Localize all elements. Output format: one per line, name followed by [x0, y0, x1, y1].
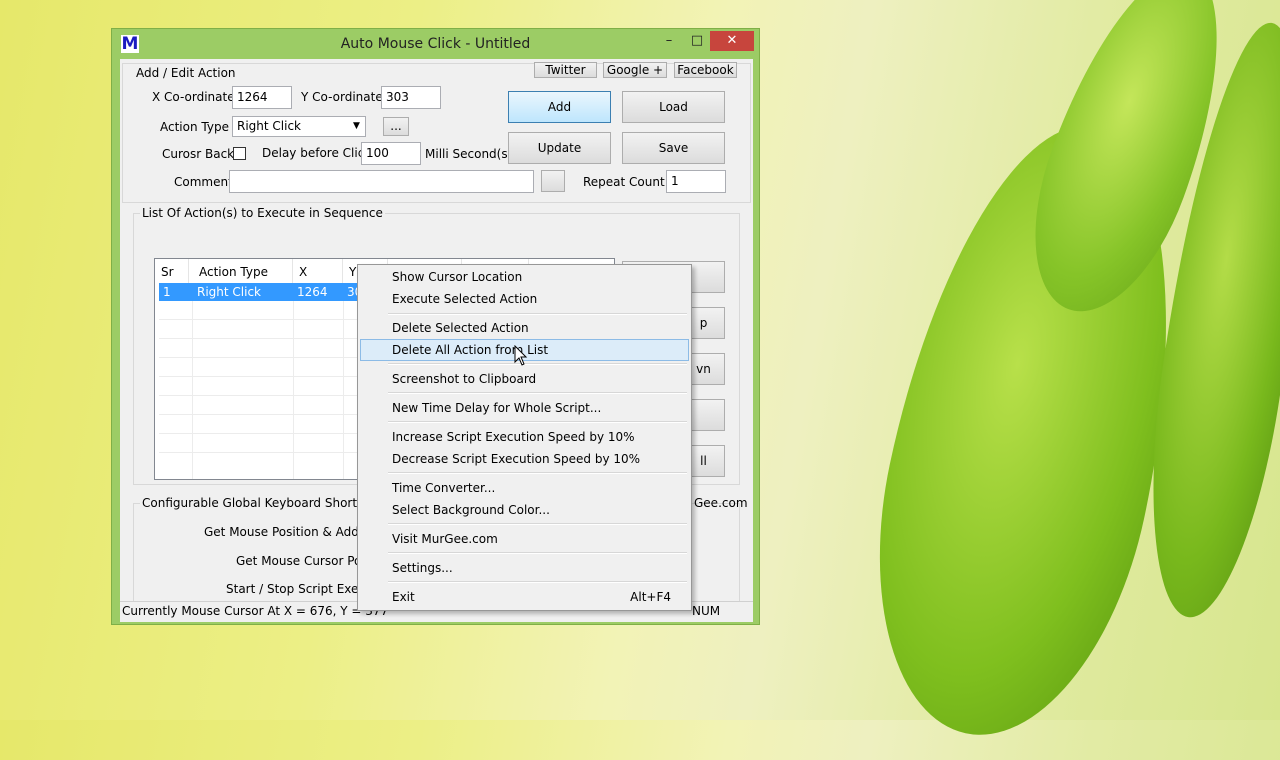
menu-separator	[388, 313, 687, 315]
comment-input[interactable]	[229, 170, 534, 193]
menu-separator	[388, 472, 687, 474]
menu-item-time-converter[interactable]: Time Converter...	[360, 477, 689, 499]
menu-item-screenshot-clipboard[interactable]: Screenshot to Clipboard	[360, 368, 689, 390]
menu-separator	[388, 552, 687, 554]
cursor-back-label: Curosr Back :	[162, 147, 242, 161]
cell-x: 1264	[297, 285, 328, 299]
column-header-sr[interactable]: Sr	[155, 259, 189, 285]
murgee-link[interactable]: Gee.com	[694, 496, 748, 510]
delay-input[interactable]: 100	[361, 142, 421, 165]
action-type-value: Right Click	[237, 119, 302, 133]
menu-item-settings[interactable]: Settings...	[360, 557, 689, 579]
add-button[interactable]: Add	[508, 91, 611, 123]
menu-item-exit[interactable]: Exit Alt+F4	[360, 586, 689, 608]
maximize-button[interactable]: □	[685, 31, 709, 51]
chevron-down-icon: ▼	[353, 121, 360, 131]
google-plus-button[interactable]: Google +	[603, 62, 667, 78]
menu-item-visit-murgee[interactable]: Visit MurGee.com	[360, 528, 689, 550]
save-button[interactable]: Save	[622, 132, 725, 164]
menu-separator	[388, 392, 687, 394]
column-header-x[interactable]: X	[293, 259, 343, 285]
menu-separator	[388, 421, 687, 423]
context-menu: Show Cursor Location Execute Selected Ac…	[357, 264, 692, 611]
column-header-action-type[interactable]: Action Type	[189, 259, 293, 285]
repeat-count-label: Repeat Count :	[583, 175, 673, 189]
x-coordinate-label: X Co-ordinate :	[152, 90, 243, 104]
action-type-select[interactable]: Right Click ▼	[232, 116, 366, 137]
facebook-button[interactable]: Facebook	[674, 62, 737, 78]
menu-separator	[388, 363, 687, 365]
load-button[interactable]: Load	[622, 91, 725, 123]
menu-item-decrease-speed[interactable]: Decrease Script Execution Speed by 10%	[360, 448, 689, 470]
delay-unit-label: Milli Second(s)	[425, 147, 513, 161]
x-coordinate-input[interactable]: 1264	[232, 86, 292, 109]
status-num-lock: NUM	[692, 604, 721, 618]
action-type-label: Action Type :	[160, 120, 237, 134]
menu-item-new-time-delay[interactable]: New Time Delay for Whole Script...	[360, 397, 689, 419]
menu-item-exit-label: Exit	[392, 590, 415, 604]
comment-color-button[interactable]	[541, 170, 565, 192]
close-button[interactable]: ✕	[710, 31, 754, 51]
y-coordinate-input[interactable]: 303	[381, 86, 441, 109]
status-cursor-position: Currently Mouse Cursor At X = 676, Y = 3…	[122, 604, 389, 618]
update-button[interactable]: Update	[508, 132, 611, 164]
exit-shortcut: Alt+F4	[630, 590, 671, 604]
menu-separator	[388, 523, 687, 525]
twitter-button[interactable]: Twitter	[534, 62, 597, 78]
repeat-count-input[interactable]: 1	[666, 170, 726, 193]
title-bar[interactable]: M Auto Mouse Click - Untitled – □ ✕	[112, 29, 759, 59]
menu-item-increase-speed[interactable]: Increase Script Execution Speed by 10%	[360, 426, 689, 448]
action-options-button[interactable]: ...	[383, 117, 409, 136]
menu-item-background-color[interactable]: Select Background Color...	[360, 499, 689, 521]
list-group-label: List Of Action(s) to Execute in Sequence	[140, 206, 385, 220]
cell-action-type: Right Click	[197, 285, 262, 299]
y-coordinate-label: Y Co-ordinate :	[301, 90, 391, 104]
add-edit-group-label: Add / Edit Action	[134, 66, 238, 80]
cursor-back-checkbox[interactable]	[233, 147, 246, 160]
menu-item-show-cursor-location[interactable]: Show Cursor Location	[360, 266, 689, 288]
menu-separator	[388, 581, 687, 583]
cell-sr: 1	[163, 285, 171, 299]
menu-item-execute-selected[interactable]: Execute Selected Action	[360, 288, 689, 310]
minimize-button[interactable]: –	[657, 31, 681, 51]
menu-item-delete-selected[interactable]: Delete Selected Action	[360, 317, 689, 339]
